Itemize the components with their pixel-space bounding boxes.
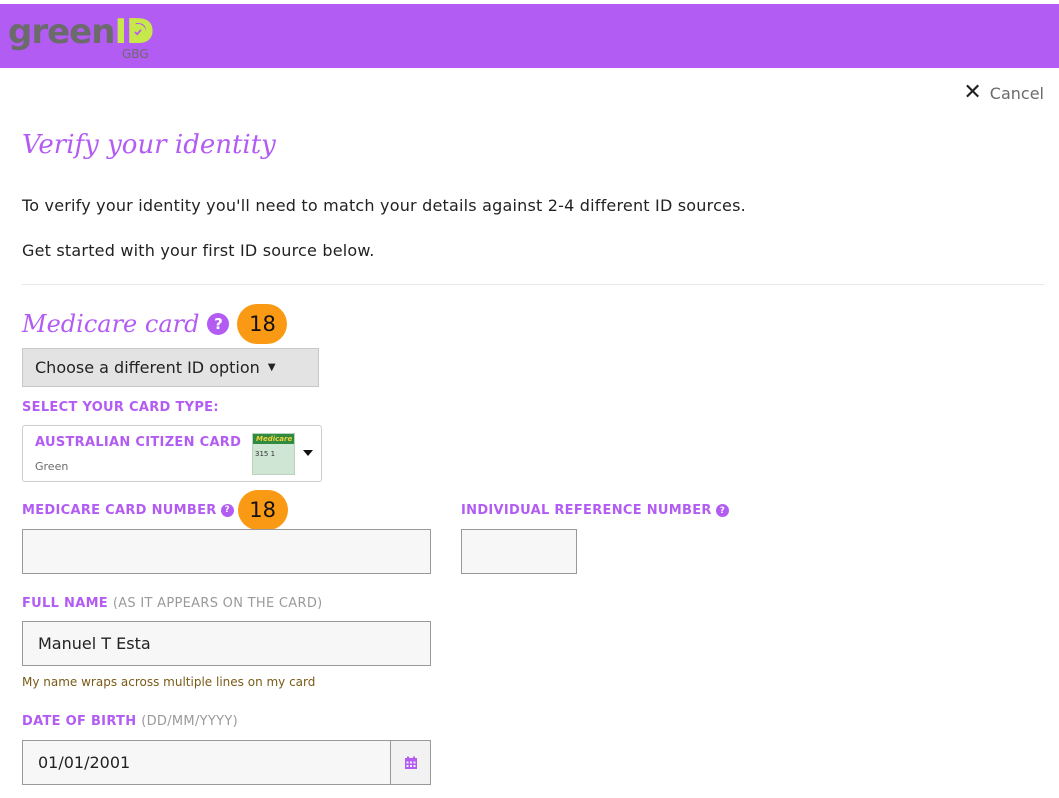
irn-label: INDIVIDUAL REFERENCE NUMBER — [461, 503, 712, 518]
help-icon[interactable]: ? — [715, 504, 729, 517]
help-icon[interactable]: ? — [220, 503, 234, 517]
choose-id-option-label: Choose a different ID option — [35, 358, 260, 377]
dob-hint: (DD/MM/YYYY) — [141, 714, 238, 729]
section-header: Medicare card ? 18 — [22, 304, 288, 344]
card-type-select[interactable]: AUSTRALIAN CITIZEN CARD Green Medicare 3… — [22, 425, 322, 482]
medicare-number-label-row: MEDICARE CARD NUMBER ? 18 — [22, 490, 288, 530]
section-title: Medicare card — [22, 310, 200, 338]
medicare-number-label: MEDICARE CARD NUMBER — [22, 502, 217, 518]
card-thumb-title: Medicare — [253, 434, 294, 444]
calendar-icon — [404, 756, 417, 769]
intro-text-secondary: Get started with your first ID source be… — [22, 241, 375, 260]
caret-down-icon: ▼ — [267, 362, 276, 373]
annotation-badge: 18 — [237, 304, 288, 344]
full-name-label: FULL NAME (AS IT APPEARS ON THE CARD) — [22, 596, 323, 611]
card-type-selected-color: Green — [35, 460, 69, 473]
full-name-label-text: FULL NAME — [22, 596, 108, 611]
name-wraps-link[interactable]: My name wraps across multiple lines on m… — [22, 675, 315, 689]
medicare-number-input[interactable] — [22, 529, 431, 574]
dob-field[interactable]: 01/01/2001 — [22, 740, 431, 785]
irn-label-row: INDIVIDUAL REFERENCE NUMBER ? — [461, 503, 729, 518]
check-icon — [130, 24, 146, 40]
logo-subtitle: GBG — [122, 47, 149, 61]
irn-input[interactable] — [461, 529, 577, 574]
card-thumb-number: 315 1 — [255, 450, 276, 458]
full-name-hint: (AS IT APPEARS ON THE CARD) — [112, 596, 323, 611]
dob-label-text: DATE OF BIRTH — [22, 714, 137, 729]
help-icon[interactable]: ? — [207, 313, 230, 335]
dropdown-caret-icon — [303, 450, 313, 456]
page-title: Verify your identity — [22, 130, 276, 160]
dob-input[interactable]: 01/01/2001 — [38, 753, 130, 772]
top-bar: greenID GBG — [0, 4, 1059, 68]
cancel-label: Cancel — [989, 83, 1044, 103]
divider — [22, 284, 1044, 285]
card-type-label: SELECT YOUR CARD TYPE: — [22, 400, 219, 415]
full-name-input[interactable]: Manuel T Esta — [22, 621, 431, 666]
annotation-badge: 18 — [237, 490, 288, 530]
intro-text: To verify your identity you'll need to m… — [22, 196, 746, 215]
cancel-button[interactable]: ✕ Cancel — [963, 82, 1044, 104]
calendar-button[interactable] — [390, 741, 430, 784]
choose-id-option-button[interactable]: Choose a different ID option ▼ — [22, 348, 319, 387]
medicare-card-thumbnail: Medicare 315 1 — [252, 433, 295, 475]
dob-label: DATE OF BIRTH (DD/MM/YYYY) — [22, 714, 238, 729]
close-icon: ✕ — [963, 80, 982, 105]
card-type-selected-name: AUSTRALIAN CITIZEN CARD — [35, 435, 242, 450]
logo-text-green: green — [8, 12, 115, 52]
